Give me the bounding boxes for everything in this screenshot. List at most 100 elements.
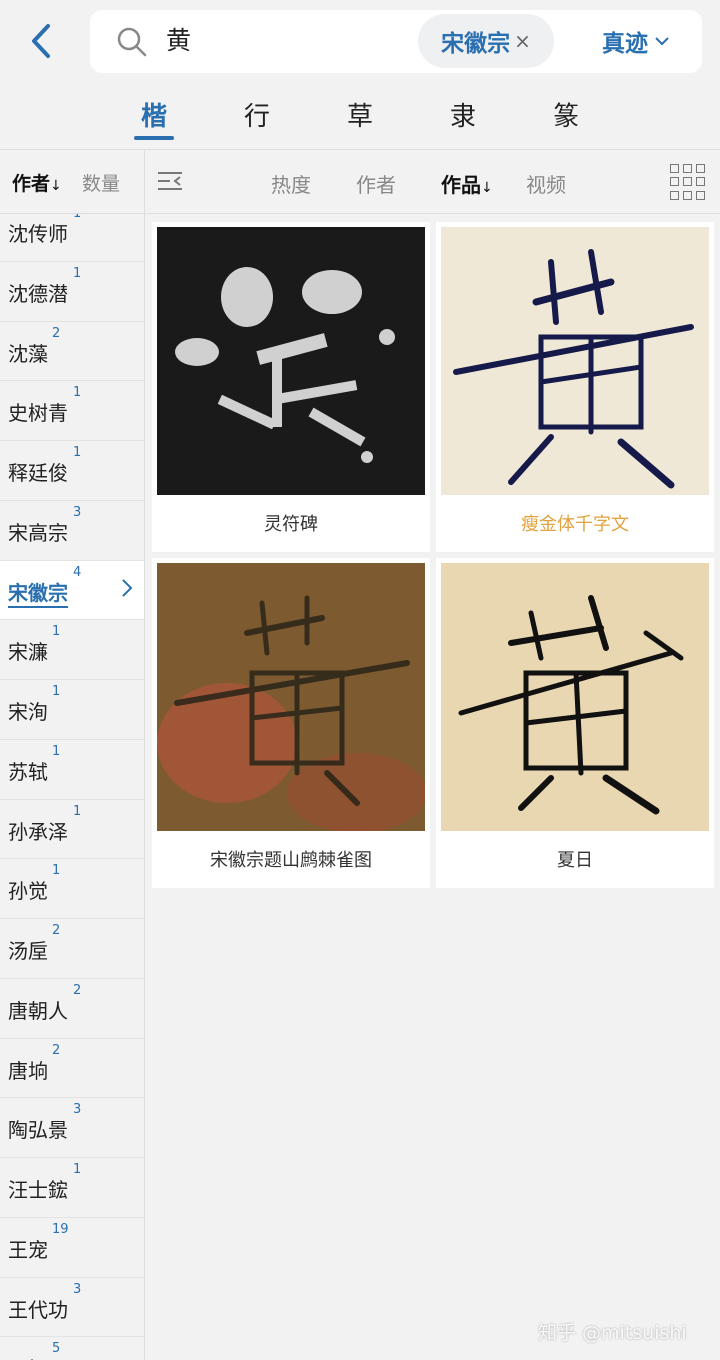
author-work-count: 1 xyxy=(73,1162,82,1177)
author-item[interactable]: 孙承泽 1 xyxy=(0,799,144,860)
chevron-right-icon xyxy=(120,577,134,605)
author-work-count: 1 xyxy=(73,385,82,401)
sort-works-button[interactable]: 作品↓ xyxy=(441,169,493,198)
close-icon[interactable]: × xyxy=(514,31,531,51)
author-work-count: 1 xyxy=(73,803,82,819)
author-item[interactable]: 王宠 19 xyxy=(0,1217,144,1278)
author-name: 孙觉 xyxy=(8,879,48,904)
search-query[interactable]: 黄 xyxy=(166,24,191,58)
author-name: 沈传师 xyxy=(8,222,68,246)
author-item[interactable]: 王代功 3 xyxy=(0,1277,144,1338)
author-name: 宋高宗 xyxy=(8,520,68,545)
work-caption: 夏日 xyxy=(557,850,593,871)
author-name: 苏轼 xyxy=(8,759,48,784)
author-name: 宋徽宗 xyxy=(8,577,68,608)
author-filter-chip[interactable]: 宋徽宗 × xyxy=(418,14,554,68)
author-work-count: 2 xyxy=(52,1042,61,1058)
author-work-count: 5 xyxy=(52,1341,61,1357)
author-name: 汤垕 xyxy=(8,939,48,963)
work-card[interactable]: 夏日 xyxy=(436,558,714,888)
chevron-down-icon xyxy=(655,37,669,46)
sort-by-author-label: 作者 xyxy=(12,173,51,195)
active-tab-indicator xyxy=(134,136,174,140)
type-dropdown-label: 真迹 xyxy=(602,31,648,57)
author-name: 孙承泽 xyxy=(8,819,68,844)
work-caption: 瘦金体千字文 xyxy=(521,514,629,535)
sort-hot-button[interactable]: 热度 xyxy=(271,169,311,198)
author-filter-label: 宋徽宗 xyxy=(441,31,511,57)
author-item[interactable]: 唐垧 2 xyxy=(0,1038,144,1099)
author-work-count: 1 xyxy=(52,684,61,699)
sort-by-author-button[interactable]: 作者↓ xyxy=(12,169,62,196)
sort-author-button[interactable]: 作者 xyxy=(356,169,396,198)
author-work-count: 2 xyxy=(52,923,61,938)
sidebar-sort: 作者↓ 数量 xyxy=(0,150,145,214)
top-bar: 黄 宋徽宗 × 真迹 xyxy=(0,0,720,82)
author-work-count: 1 xyxy=(52,743,61,759)
grid-view-icon[interactable] xyxy=(670,164,706,200)
collapse-sidebar-icon[interactable] xyxy=(156,167,184,195)
author-item[interactable]: 汪士鋐 1 xyxy=(0,1158,144,1218)
sort-bar: 作者↓ 数量 热度 作者 作品↓ 视频 xyxy=(0,150,720,214)
search-icon xyxy=(117,27,147,57)
author-name: 汪士鋐 xyxy=(8,1178,68,1202)
tab-li[interactable]: 隶 xyxy=(433,96,493,133)
author-name: 王铎 xyxy=(8,1353,48,1360)
author-work-count: 1 xyxy=(52,624,61,640)
watermark: 知乎 @mitsuishi xyxy=(538,1322,687,1344)
style-tabs: 楷 行 草 隶 篆 xyxy=(0,82,720,150)
back-arrow-icon[interactable] xyxy=(22,20,62,62)
search-box[interactable]: 黄 宋徽宗 × 真迹 xyxy=(90,10,702,73)
author-name: 史树青 xyxy=(8,401,68,426)
work-image-painting xyxy=(157,563,425,831)
work-card[interactable]: 宋徽宗题山鹧棘雀图 xyxy=(152,558,430,888)
sort-video-button[interactable]: 视频 xyxy=(526,169,566,198)
author-name: 宋濂 xyxy=(8,640,48,665)
work-card[interactable]: 瘦金体千字文 xyxy=(436,222,714,552)
author-item[interactable]: 沈德潜 1 xyxy=(0,261,144,322)
author-name: 沈德潜 xyxy=(8,281,68,306)
sort-by-count-button[interactable]: 数量 xyxy=(82,169,120,196)
author-item[interactable]: 孙觉 1 xyxy=(0,859,144,919)
author-item[interactable]: 陶弘景 3 xyxy=(0,1098,144,1158)
author-work-count: 2 xyxy=(73,982,82,998)
author-item[interactable]: 史树青 1 xyxy=(0,381,144,441)
author-name: 释廷俊 xyxy=(8,461,68,485)
author-work-count: 1 xyxy=(52,863,61,879)
author-work-count: 1 xyxy=(73,265,82,281)
author-name: 唐垧 xyxy=(8,1058,48,1083)
work-card[interactable]: 灵符碑 xyxy=(152,222,430,552)
author-work-count: 3 xyxy=(73,504,82,520)
author-work-count: 19 xyxy=(52,1221,69,1237)
author-item[interactable]: 释廷俊 1 xyxy=(0,441,144,501)
work-image-rubbing xyxy=(157,227,425,495)
author-work-count: 4 xyxy=(73,564,82,580)
tab-kai[interactable]: 楷 xyxy=(124,96,184,133)
author-item[interactable]: 宋濂 1 xyxy=(0,620,144,680)
author-name: 宋洵 xyxy=(8,700,48,724)
author-work-count: 1 xyxy=(73,445,82,460)
author-sidebar: 沈传师1沈德潜1沈藻2史树青1释廷俊1宋高宗3宋徽宗4宋濂1宋洵1苏轼1孙承泽1… xyxy=(0,214,145,1360)
author-item[interactable]: 王铎 5 xyxy=(0,1337,144,1360)
author-item[interactable]: 沈传师 1 xyxy=(0,214,144,262)
author-item[interactable]: 宋洵 1 xyxy=(0,680,144,740)
author-item[interactable]: 宋高宗 3 xyxy=(0,500,144,561)
author-name: 唐朝人 xyxy=(8,998,68,1023)
author-item[interactable]: 汤垕 2 xyxy=(0,919,144,979)
author-item[interactable]: 唐朝人 2 xyxy=(0,978,144,1039)
author-name: 王代功 xyxy=(8,1297,68,1322)
author-item[interactable]: 沈藻 2 xyxy=(0,321,144,382)
author-work-count: 3 xyxy=(73,1281,82,1297)
tab-xing[interactable]: 行 xyxy=(227,96,287,133)
author-item[interactable]: 宋徽宗 4 xyxy=(0,560,144,621)
author-work-count: 1 xyxy=(73,214,81,221)
tab-cao[interactable]: 草 xyxy=(330,96,390,133)
work-caption: 灵符碑 xyxy=(264,514,318,535)
type-dropdown[interactable]: 真迹 xyxy=(602,24,670,58)
tab-zhuan[interactable]: 篆 xyxy=(536,96,596,133)
author-name: 沈藻 xyxy=(8,341,48,366)
author-work-count: 2 xyxy=(52,325,61,341)
author-item[interactable]: 苏轼 1 xyxy=(0,739,144,800)
author-name: 王宠 xyxy=(8,1237,48,1262)
work-image-calligraphy xyxy=(441,227,709,495)
